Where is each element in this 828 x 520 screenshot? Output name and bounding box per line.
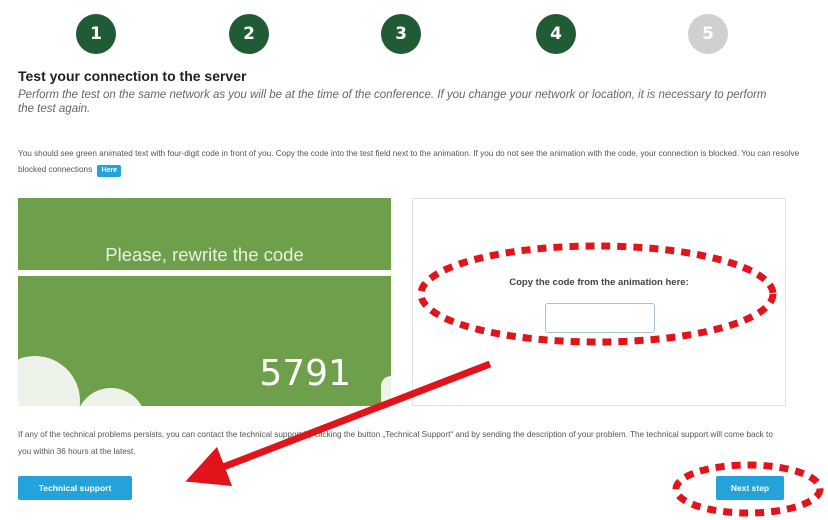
technical-support-button[interactable]: Technical support — [18, 476, 132, 500]
instructions-text: You should see green animated text with … — [18, 149, 800, 174]
step-5: 5 — [688, 14, 728, 54]
animation-code: 5791 — [259, 353, 351, 394]
code-input[interactable] — [545, 303, 655, 333]
animation-bubble — [76, 388, 146, 406]
here-link[interactable]: Here — [97, 165, 122, 177]
support-help-text: If any of the technical problems persist… — [18, 430, 773, 456]
animation-bubble — [18, 356, 80, 406]
page-subtitle: Perform the test on the same network as … — [18, 89, 767, 115]
animation-code-panel: 5791 — [18, 276, 391, 406]
next-step-button[interactable]: Next step — [716, 476, 784, 500]
code-entry-panel: Copy the code from the animation here: — [412, 198, 786, 406]
step-2: 2 — [229, 14, 269, 54]
step-1: 1 — [76, 14, 116, 54]
step-3: 3 — [381, 14, 421, 54]
code-entry-label: Copy the code from the animation here: — [509, 277, 689, 288]
instructions: You should see green animated text with … — [18, 146, 808, 178]
step-4: 4 — [536, 14, 576, 54]
animation-prompt: Please, rewrite the code — [18, 198, 391, 270]
animation-bubble — [381, 376, 391, 406]
code-animation: Please, rewrite the code 5791 — [18, 198, 391, 406]
progress-steps: 1 2 3 4 5 — [0, 14, 828, 58]
page-title: Test your connection to the server — [18, 68, 247, 84]
